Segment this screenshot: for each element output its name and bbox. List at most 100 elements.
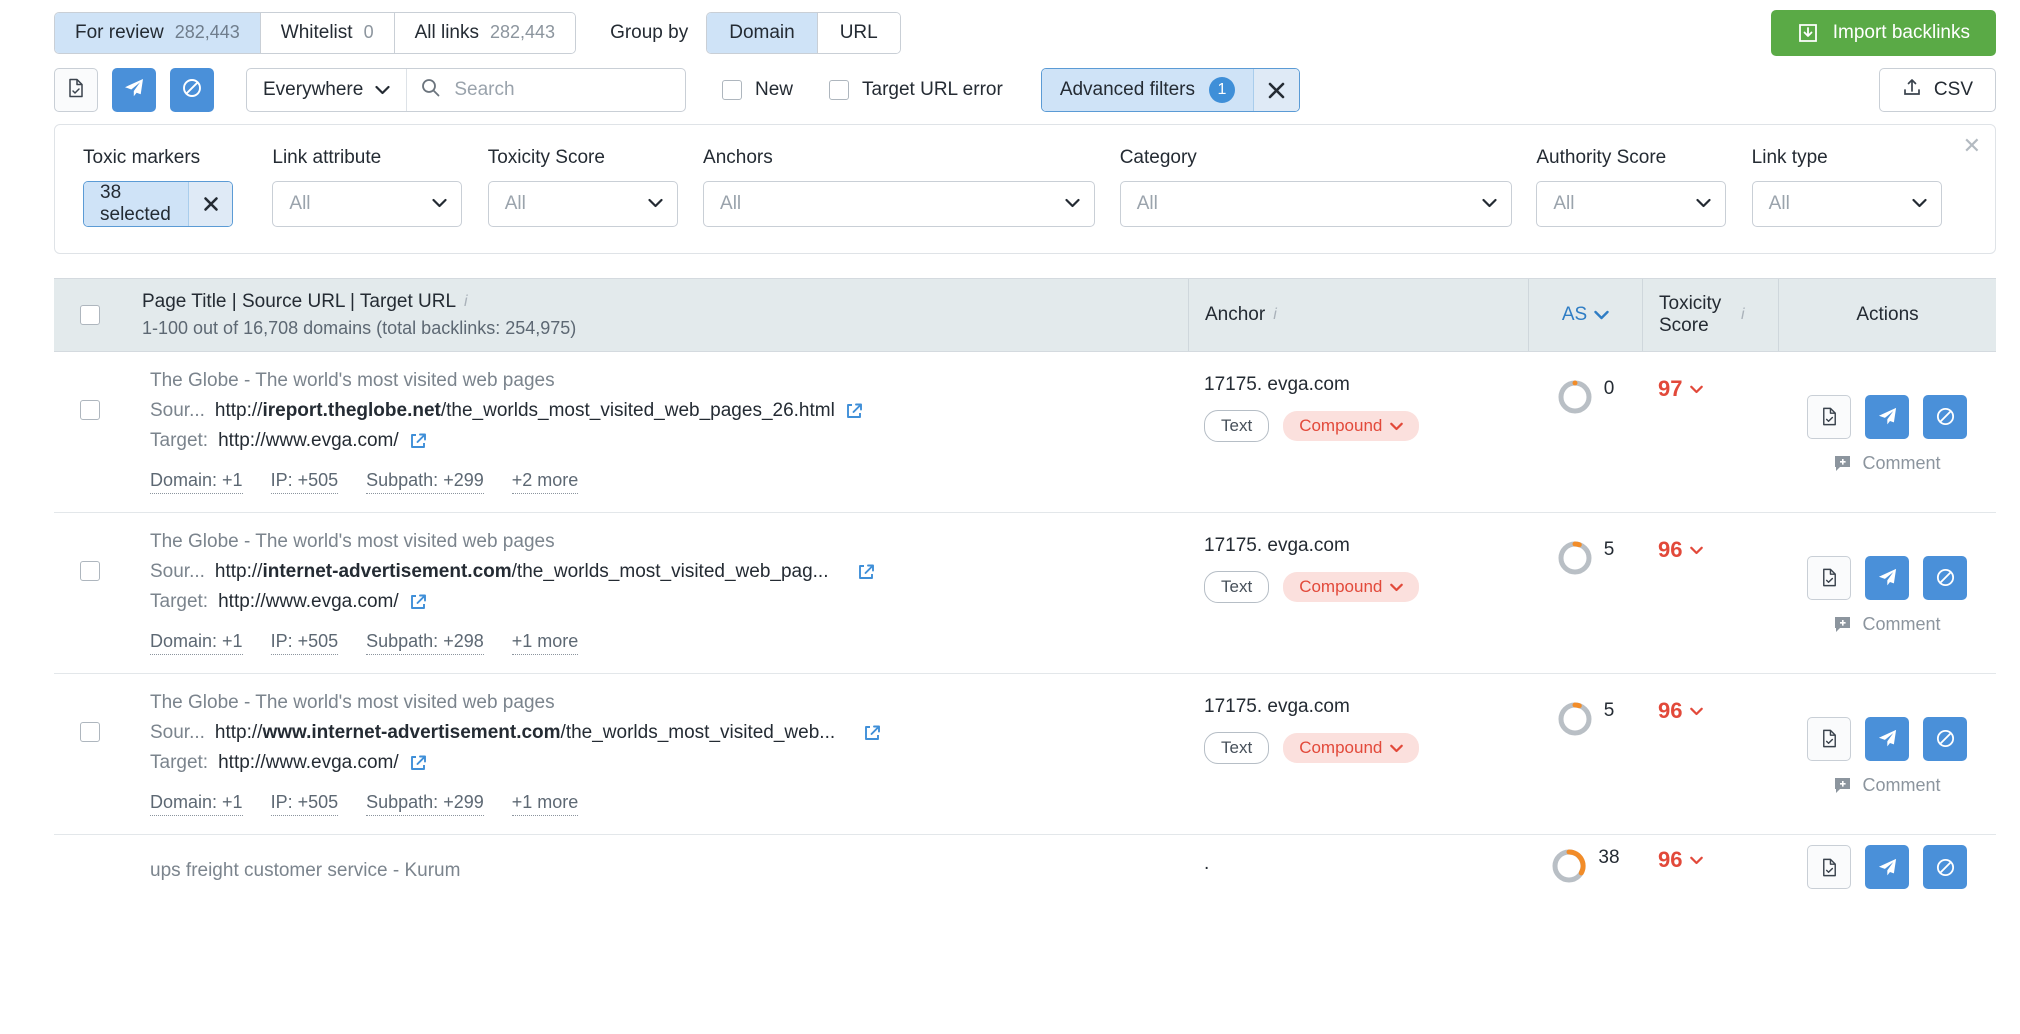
row-tag-subpath[interactable]: Subpath: +298 [366, 631, 484, 655]
row-checkbox[interactable] [80, 561, 100, 581]
filter-link-attribute-select[interactable]: All [272, 181, 462, 227]
row-tag-domain[interactable]: Domain: +1 [150, 631, 243, 655]
header-actions-label: Actions [1856, 304, 1918, 326]
row-disavow-button[interactable] [1923, 845, 1967, 889]
row-checkbox[interactable] [80, 400, 100, 420]
advanced-filters-button[interactable]: Advanced filters 1 [1042, 69, 1253, 111]
send-to-list-button[interactable] [112, 68, 156, 112]
filter-link-attribute: Link attribute All [272, 147, 487, 227]
row-tag-ip[interactable]: IP: +505 [271, 631, 339, 655]
row-whitelist-button[interactable] [1807, 556, 1851, 600]
export-csv-button[interactable]: CSV [1879, 68, 1996, 112]
select-all-checkbox[interactable] [80, 305, 100, 325]
row-tag-subpath[interactable]: Subpath: +299 [366, 792, 484, 816]
row-send-button[interactable] [1865, 845, 1909, 889]
filter-anchors-select[interactable]: All [703, 181, 1095, 227]
row-send-button[interactable] [1865, 395, 1909, 439]
row-tag-domain[interactable]: Domain: +1 [150, 470, 243, 494]
row-page-title: The Globe - The world's most visited web… [150, 692, 555, 714]
search-scope-dropdown[interactable]: Everywhere [247, 69, 407, 111]
row-send-button[interactable] [1865, 556, 1909, 600]
tab-for-review[interactable]: For review 282,443 [55, 13, 261, 53]
row-checkbox[interactable] [80, 722, 100, 742]
row-whitelist-button[interactable] [1807, 717, 1851, 761]
row-tag-ip[interactable]: IP: +505 [271, 470, 339, 494]
filter-new[interactable]: New [722, 79, 793, 101]
row-marker-tags: Domain: +1 IP: +505 Subpath: +299 +2 mor… [150, 470, 578, 494]
table-row: ups freight customer service - Kurum . 3… [54, 835, 1996, 907]
filter-category-select[interactable]: All [1120, 181, 1512, 227]
row-main-cell: ups freight customer service - Kurum [126, 835, 1188, 907]
row-tag-more[interactable]: +2 more [512, 470, 579, 494]
row-comment-button[interactable]: Comment [1833, 775, 1940, 796]
row-tag-subpath[interactable]: Subpath: +299 [366, 470, 484, 494]
row-tag-domain[interactable]: Domain: +1 [150, 792, 243, 816]
whitelist-icon [1819, 728, 1840, 749]
chevron-down-icon [1390, 744, 1403, 753]
row-disavow-button[interactable] [1923, 395, 1967, 439]
tab-all-links[interactable]: All links 282,443 [395, 13, 575, 53]
chevron-down-icon [648, 195, 663, 213]
row-as-value: 0 [1604, 378, 1615, 400]
row-disavow-button[interactable] [1923, 556, 1967, 600]
disavow-button[interactable] [170, 68, 214, 112]
row-disavow-button[interactable] [1923, 717, 1967, 761]
external-link-icon[interactable] [845, 402, 863, 420]
header-as-sort[interactable]: AS [1562, 304, 1609, 326]
tab-whitelist[interactable]: Whitelist 0 [261, 13, 395, 53]
filter-toxic-markers-clear[interactable] [188, 182, 232, 226]
whitelist-icon [1819, 406, 1840, 427]
row-as-value: 5 [1604, 539, 1615, 561]
row-toxicity-score[interactable]: 96 [1658, 537, 1703, 563]
panel-close-icon[interactable]: ✕ [1963, 135, 1981, 157]
pill-compound[interactable]: Compound [1283, 733, 1419, 763]
group-by-domain[interactable]: Domain [707, 13, 817, 53]
search-input[interactable] [452, 78, 671, 102]
target-url-error-checkbox[interactable] [829, 80, 849, 100]
group-by-url[interactable]: URL [818, 13, 900, 53]
filter-category-label: Category [1120, 147, 1537, 169]
external-link-icon[interactable] [857, 563, 875, 581]
row-whitelist-button[interactable] [1807, 395, 1851, 439]
chevron-down-icon [1594, 304, 1609, 326]
row-anchor-text: 17175. evga.com [1204, 374, 1512, 396]
action-toolbar: Everywhere New [0, 62, 2020, 124]
filter-toxicity-score-select[interactable]: All [488, 181, 678, 227]
external-link-icon[interactable] [409, 593, 427, 611]
row-toxicity-score[interactable]: 97 [1658, 376, 1703, 402]
import-backlinks-button[interactable]: Import backlinks [1771, 10, 1996, 56]
row-tag-more[interactable]: +1 more [512, 631, 579, 655]
filter-anchors-value: All [720, 193, 741, 215]
pill-compound[interactable]: Compound [1283, 411, 1419, 441]
new-checkbox[interactable] [722, 80, 742, 100]
external-link-icon[interactable] [409, 432, 427, 450]
header-authority-score[interactable]: AS [1528, 279, 1642, 351]
disavow-icon [1935, 567, 1956, 588]
filter-target-url-error[interactable]: Target URL error [829, 79, 1003, 101]
row-toxicity-cell: 96 [1642, 674, 1778, 834]
filter-link-type-select[interactable]: All [1752, 181, 1942, 227]
row-toxicity-score[interactable]: 96 [1658, 698, 1703, 724]
row-toxicity-score[interactable]: 96 [1658, 847, 1703, 873]
pill-compound[interactable]: Compound [1283, 572, 1419, 602]
row-whitelist-button[interactable] [1807, 845, 1851, 889]
filter-authority-score-select[interactable]: All [1536, 181, 1726, 227]
chevron-down-icon [1912, 195, 1927, 213]
filter-toxic-markers-control[interactable]: 38 selected [83, 181, 233, 227]
info-icon[interactable]: i [1273, 306, 1277, 324]
row-anchor-text: 17175. evga.com [1204, 535, 1512, 557]
clear-advanced-filters-button[interactable] [1253, 69, 1299, 111]
row-tag-ip[interactable]: IP: +505 [271, 792, 339, 816]
info-icon[interactable]: i [464, 293, 468, 311]
row-comment-button[interactable]: Comment [1833, 453, 1940, 474]
row-send-button[interactable] [1865, 717, 1909, 761]
search-bar: Everywhere [246, 68, 686, 112]
row-tag-more[interactable]: +1 more [512, 792, 579, 816]
external-link-icon[interactable] [863, 724, 881, 742]
info-icon[interactable]: i [1741, 306, 1745, 324]
row-comment-button[interactable]: Comment [1833, 614, 1940, 635]
whitelist-button[interactable] [54, 68, 98, 112]
external-link-icon[interactable] [409, 754, 427, 772]
tab-all-links-count: 282,443 [490, 22, 555, 43]
row-source-path: /the_worlds_most_visited_web_pag... [512, 561, 829, 582]
